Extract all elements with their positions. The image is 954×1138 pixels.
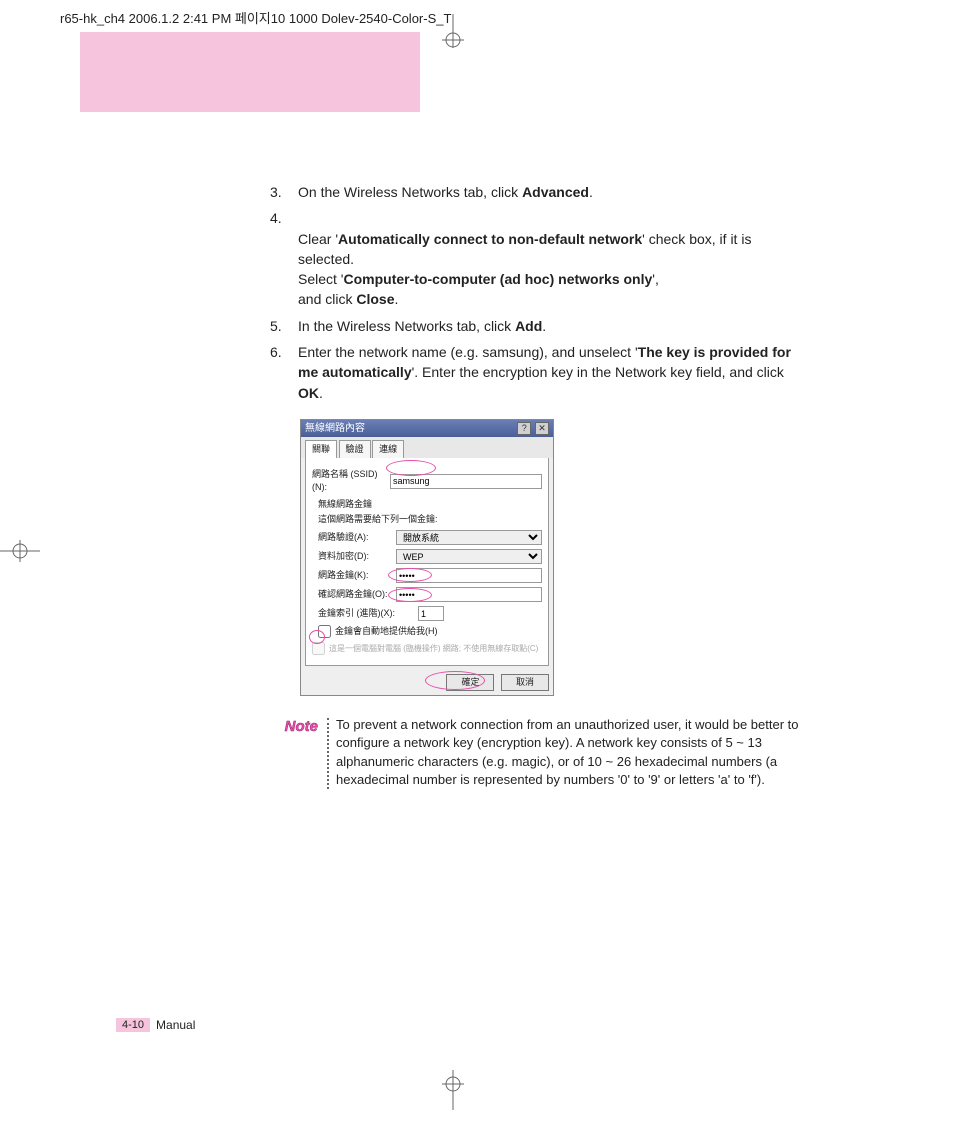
bold: Computer-to-computer (ad hoc) networks o…: [343, 271, 652, 287]
key-index-input[interactable]: [418, 606, 444, 621]
key-confirm-label: 確認網路金鑰(O):: [318, 588, 396, 601]
text: Enter the network name (e.g. samsung), a…: [298, 344, 638, 360]
step-number: 5.: [270, 316, 298, 336]
auth-label: 網路驗證(A):: [318, 531, 396, 544]
bold: Close: [356, 291, 394, 307]
text: '. Enter the encryption key in the Netwo…: [412, 364, 784, 380]
text: Clear ': [298, 231, 338, 247]
step-number: 6.: [270, 342, 298, 403]
dialog-buttons: 確定 取消: [301, 670, 553, 695]
step-number: 3.: [270, 182, 298, 202]
auto-key-checkbox[interactable]: [318, 625, 331, 638]
auth-select[interactable]: 開放系統: [396, 530, 542, 545]
step-body: On the Wireless Networks tab, click Adva…: [298, 182, 810, 202]
help-button[interactable]: ?: [517, 422, 531, 435]
close-button[interactable]: ✕: [535, 422, 549, 435]
group-subtitle: 這個網路需要給下列一個金鑰:: [318, 513, 542, 526]
enc-label: 資料加密(D):: [318, 550, 396, 563]
text: In the Wireless Networks tab, click: [298, 318, 515, 334]
dialog-screenshot: 無線網路內容 ? ✕ 關聯 驗證 連線 網路名稱 (SSID)(N): 無線網路…: [300, 419, 810, 696]
text: .: [542, 318, 546, 334]
confirm-key-input[interactable]: [396, 587, 542, 602]
key-index-label: 金鑰索引 (進階)(X):: [318, 607, 418, 620]
text: On the Wireless Networks tab, click: [298, 184, 522, 200]
bold: OK: [298, 385, 319, 401]
step-body: Clear 'Automatically connect to non-defa…: [298, 208, 810, 309]
tab-association[interactable]: 關聯: [305, 440, 337, 458]
tab-authentication[interactable]: 驗證: [339, 440, 371, 458]
note-block: Note To prevent a network connection fro…: [270, 716, 810, 789]
dialog-titlebar: 無線網路內容 ? ✕: [301, 420, 553, 437]
text: .: [319, 385, 323, 401]
dialog-title: 無線網路內容: [305, 422, 365, 435]
main-content: 3. On the Wireless Networks tab, click A…: [270, 182, 810, 789]
adhoc-label: 這是一個電腦對電腦 (臨機操作) 網路; 不使用無線存取點(C): [329, 643, 538, 655]
step-body: In the Wireless Networks tab, click Add.: [298, 316, 810, 336]
enc-select[interactable]: WEP: [396, 549, 542, 564]
network-key-input[interactable]: [396, 568, 542, 583]
adhoc-checkbox: [312, 642, 325, 655]
tab-connection[interactable]: 連線: [372, 440, 404, 458]
tab-panel: 網路名稱 (SSID)(N): 無線網路金鑰 這個網路需要給下列一個金鑰: 網路…: [305, 458, 549, 666]
ok-button[interactable]: 確定: [446, 674, 494, 691]
dialog-tabs: 關聯 驗證 連線: [301, 437, 553, 458]
registration-mark-top: [442, 14, 464, 54]
auto-key-label: 金鑰會自動地提供給我(H): [335, 625, 438, 638]
group-wireless-key: 無線網路金鑰: [318, 498, 542, 511]
cancel-button[interactable]: 取消: [501, 674, 549, 691]
print-header: r65-hk_ch4 2006.1.2 2:41 PM 페이지10 1000 D…: [60, 8, 451, 27]
bold: Advanced: [522, 184, 589, 200]
step-5: 5. In the Wireless Networks tab, click A…: [270, 316, 810, 336]
step-4: 4. Clear 'Automatically connect to non-d…: [270, 208, 810, 309]
note-label: Note: [270, 716, 326, 789]
step-number: 4.: [270, 208, 298, 309]
step-3: 3. On the Wireless Networks tab, click A…: [270, 182, 810, 202]
ssid-input[interactable]: [390, 474, 542, 489]
note-text: To prevent a network connection from an …: [334, 716, 810, 789]
wireless-properties-dialog: 無線網路內容 ? ✕ 關聯 驗證 連線 網路名稱 (SSID)(N): 無線網路…: [300, 419, 554, 696]
key-label: 網路金鑰(K):: [318, 569, 396, 582]
pink-header-block: [80, 32, 420, 112]
page-footer: 4-10 Manual: [116, 1018, 195, 1032]
registration-mark-bottom: [442, 1070, 464, 1120]
text: .: [394, 291, 398, 307]
footer-label: Manual: [156, 1018, 195, 1032]
text: .: [589, 184, 593, 200]
note-dots: [326, 716, 334, 789]
step-6: 6. Enter the network name (e.g. samsung)…: [270, 342, 810, 403]
page-number: 4-10: [116, 1018, 150, 1032]
ssid-label: 網路名稱 (SSID)(N):: [312, 468, 390, 494]
step-body: Enter the network name (e.g. samsung), a…: [298, 342, 810, 403]
registration-mark-left: [0, 540, 50, 562]
bold: Add: [515, 318, 542, 334]
bold: Automatically connect to non-default net…: [338, 231, 642, 247]
